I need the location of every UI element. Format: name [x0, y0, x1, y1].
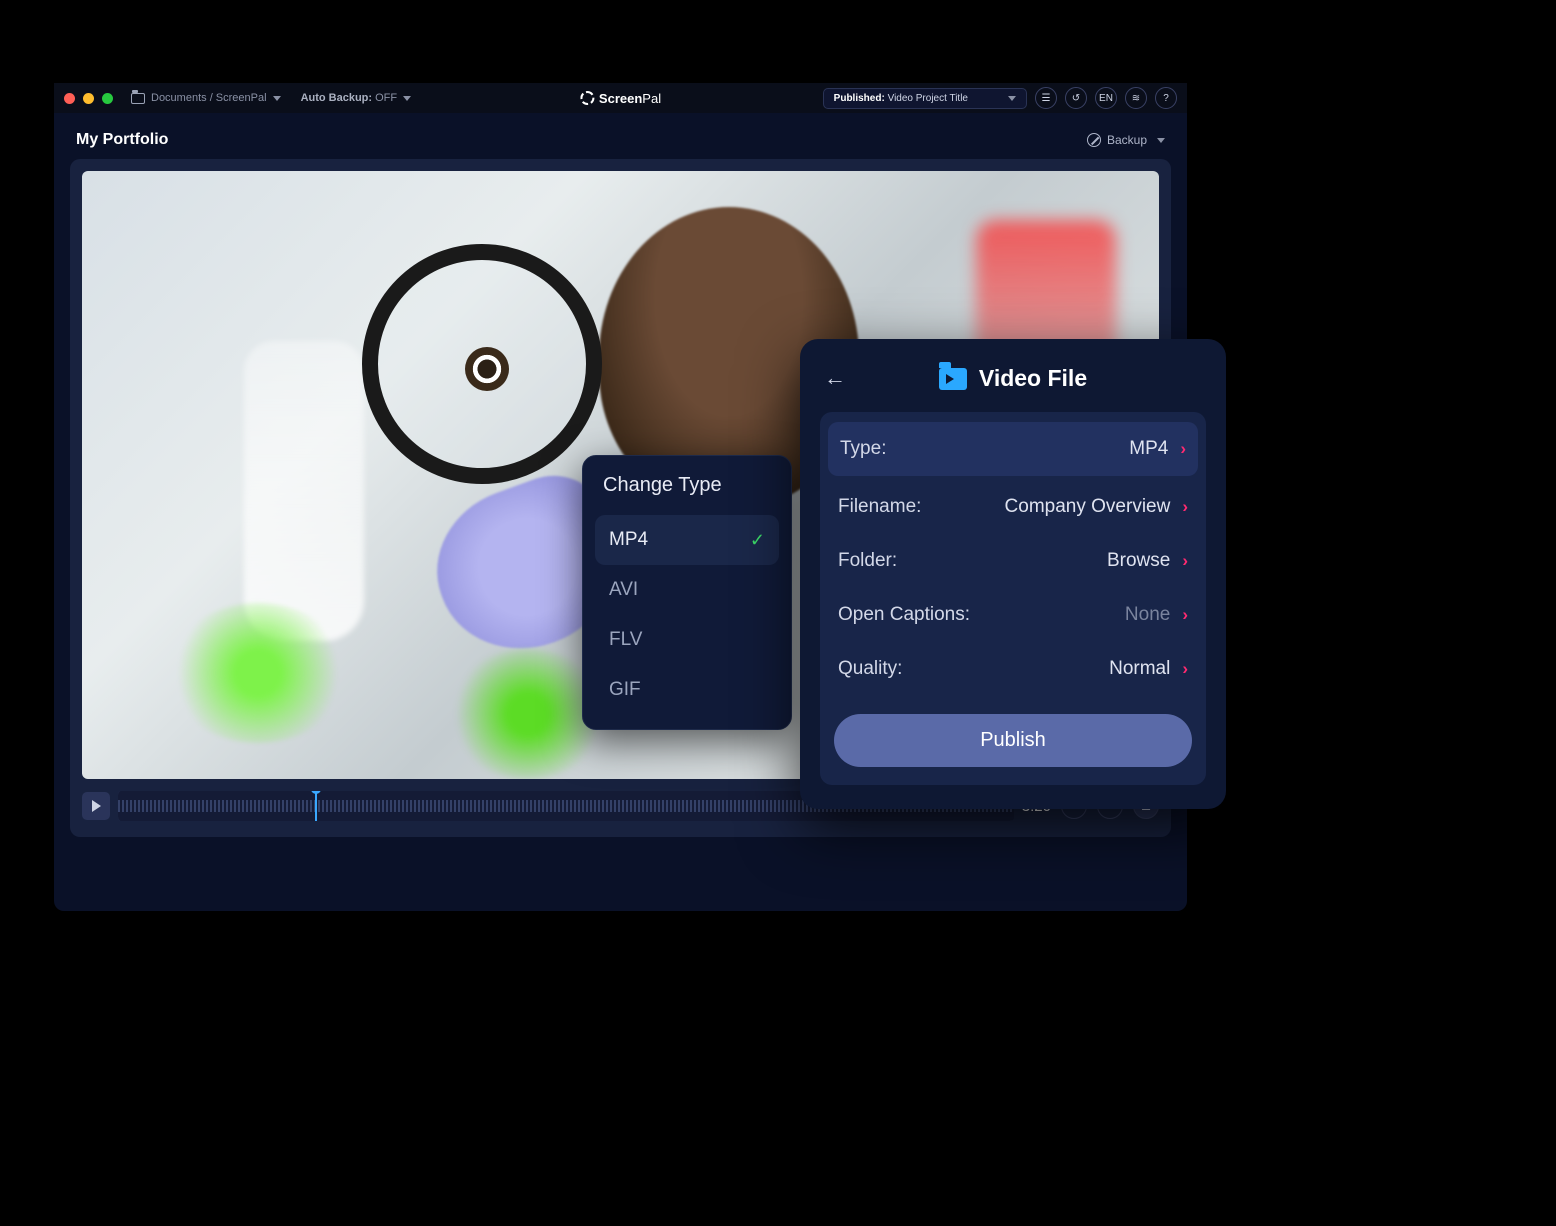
- maximize-window-button[interactable]: [102, 93, 113, 104]
- type-option-mp4[interactable]: MP4 ✓: [595, 515, 779, 565]
- row-folder[interactable]: Folder: Browse›: [820, 534, 1206, 588]
- type-option-flv[interactable]: FLV: [595, 615, 779, 665]
- breadcrumb[interactable]: Documents / ScreenPal: [151, 92, 267, 104]
- change-type-popup: Change Type MP4 ✓ AVI FLV GIF: [582, 455, 792, 730]
- project-selector[interactable]: Published: Video Project Title: [823, 88, 1027, 109]
- publish-button[interactable]: Publish: [834, 714, 1192, 767]
- play-button[interactable]: [82, 792, 110, 820]
- panel-title: Video File: [979, 365, 1087, 392]
- chevron-down-icon: [1008, 96, 1016, 101]
- back-button[interactable]: ←: [824, 365, 846, 391]
- chevron-down-icon[interactable]: [403, 96, 411, 101]
- change-type-title: Change Type: [603, 474, 771, 497]
- backup-dropdown[interactable]: Backup: [1087, 133, 1165, 147]
- disabled-icon: [1087, 133, 1101, 147]
- minimize-window-button[interactable]: [83, 93, 94, 104]
- check-icon: ✓: [750, 530, 765, 551]
- help-button[interactable]: ?: [1155, 87, 1177, 109]
- window-controls: [64, 93, 113, 104]
- chevron-right-icon: ›: [1182, 659, 1188, 679]
- autobackup-toggle[interactable]: Auto Backup: OFF: [301, 92, 398, 104]
- history-icon[interactable]: ↺: [1065, 87, 1087, 109]
- video-file-panel: ← Video File Type: MP4› Filename: Compan…: [800, 339, 1226, 809]
- brand-icon: [580, 91, 594, 105]
- row-filename[interactable]: Filename: Company Overview›: [820, 480, 1206, 534]
- chevron-down-icon: [1157, 138, 1165, 143]
- language-button[interactable]: EN: [1095, 87, 1117, 109]
- list-icon[interactable]: ☰: [1035, 87, 1057, 109]
- play-icon: [92, 800, 101, 812]
- video-folder-icon: [939, 368, 967, 390]
- row-quality[interactable]: Quality: Normal›: [820, 642, 1206, 696]
- chevron-right-icon: ›: [1182, 497, 1188, 517]
- close-window-button[interactable]: [64, 93, 75, 104]
- playhead[interactable]: [315, 791, 317, 821]
- row-type[interactable]: Type: MP4›: [828, 422, 1198, 476]
- brand-logo: ScreenPal: [580, 91, 661, 106]
- chevron-right-icon: ›: [1182, 551, 1188, 571]
- page-title: My Portfolio: [76, 131, 168, 149]
- type-option-avi[interactable]: AVI: [595, 565, 779, 615]
- layers-icon[interactable]: ≋: [1125, 87, 1147, 109]
- titlebar: Documents / ScreenPal Auto Backup: OFF S…: [54, 83, 1187, 113]
- type-option-gif[interactable]: GIF: [595, 665, 779, 715]
- section-header: My Portfolio Backup: [54, 113, 1187, 159]
- chevron-right-icon: ›: [1180, 439, 1186, 459]
- folder-icon: [131, 93, 145, 104]
- chevron-down-icon[interactable]: [273, 96, 281, 101]
- chevron-right-icon: ›: [1182, 605, 1188, 625]
- row-captions[interactable]: Open Captions: None›: [820, 588, 1206, 642]
